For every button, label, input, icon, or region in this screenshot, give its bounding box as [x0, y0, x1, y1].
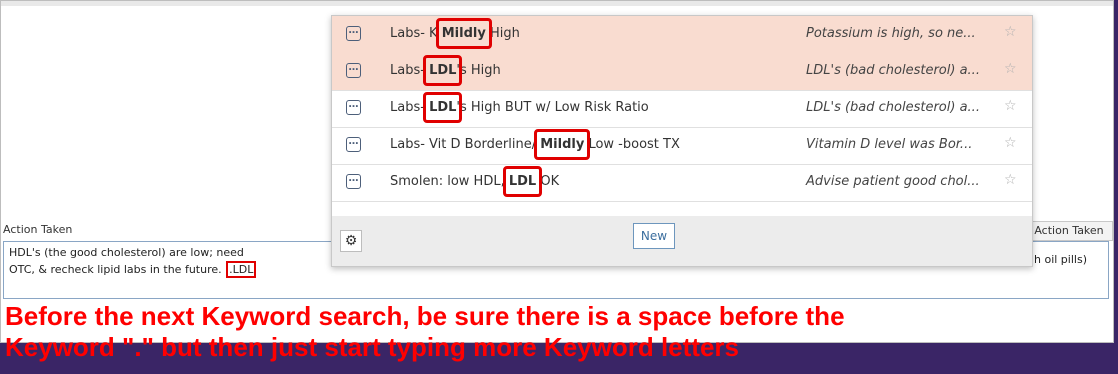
text-tail: h oil pills)	[1034, 253, 1087, 266]
action-taken-label: Action Taken	[3, 223, 73, 236]
dropdown-footer: ⚙	[332, 216, 1032, 266]
keyword-match: LDL	[422, 55, 463, 86]
keyword-match: Mildly	[435, 18, 492, 49]
star-icon[interactable]: ☆	[1004, 24, 1017, 40]
keyword-match: Mildly	[534, 129, 591, 160]
keyword-match: LDL	[502, 166, 543, 197]
suggestion-title: Labs- K Mildly High	[390, 18, 520, 49]
ellipsis-icon[interactable]: …	[346, 100, 361, 115]
suggestion-description: LDL's (bad cholesterol) a...	[806, 100, 980, 115]
gear-icon[interactable]: ⚙	[340, 230, 362, 252]
star-icon[interactable]: ☆	[1004, 61, 1017, 77]
ellipsis-icon[interactable]: …	[346, 63, 361, 78]
suggestion-description: LDL's (bad cholesterol) a...	[806, 63, 980, 78]
instruction-line-1: Before the next Keyword search, be sure …	[5, 301, 845, 331]
app-panel: Action Taken Action Taken HDL's (the goo…	[0, 0, 1114, 362]
ellipsis-icon[interactable]: …	[346, 137, 361, 152]
presentation-slide: Action Taken Action Taken HDL's (the goo…	[0, 0, 1118, 374]
star-icon[interactable]: ☆	[1004, 98, 1017, 114]
action-taken-tab[interactable]: Action Taken	[1025, 221, 1113, 241]
keyword-match: LDL	[422, 92, 463, 123]
suggestion-description: Vitamin D level was Bor...	[806, 137, 973, 152]
suggestion-title: Labs- LDL's High	[390, 55, 501, 86]
text-line-2: OTC, & recheck lipid labs in the future.…	[9, 261, 257, 278]
text-line-1: HDL's (the good cholesterol) are low; ne…	[9, 246, 244, 259]
suggestion-description: Potassium is high, so ne...	[806, 26, 976, 41]
suggestion-row[interactable]: … Labs- LDL's High BUT w/ Low Risk Ratio…	[332, 90, 1032, 128]
suggestion-title: Labs- LDL's High BUT w/ Low Risk Ratio	[390, 92, 649, 123]
star-icon[interactable]: ☆	[1004, 172, 1017, 188]
instruction-text: Before the next Keyword search, be sure …	[5, 301, 1115, 363]
ellipsis-icon[interactable]: …	[346, 174, 361, 189]
star-icon[interactable]: ☆	[1004, 135, 1017, 151]
new-button[interactable]: New	[633, 223, 675, 249]
top-bar	[1, 1, 1113, 6]
instruction-line-2: Keyword "." but then just start typing m…	[5, 332, 739, 362]
suggestion-row[interactable]: … Labs- Vit D Borderline/ Mildly Low -bo…	[332, 127, 1032, 165]
typed-keyword: .LDL	[226, 261, 257, 278]
suggestion-row[interactable]: … Labs- LDL's High LDL's (bad cholestero…	[332, 53, 1032, 91]
keyword-suggestions-dropdown: … Labs- K Mildly High Potassium is high,…	[331, 15, 1033, 267]
suggestion-description: Advise patient good chol...	[806, 174, 980, 189]
suggestion-title: Labs- Vit D Borderline/ Mildly Low -boos…	[390, 129, 680, 160]
suggestion-row[interactable]: … Smolen: low HDL, LDL OK Advise patient…	[332, 164, 1032, 202]
ellipsis-icon[interactable]: …	[346, 26, 361, 41]
suggestion-row[interactable]: … Labs- K Mildly High Potassium is high,…	[332, 16, 1032, 54]
suggestion-title: Smolen: low HDL, LDL OK	[390, 166, 560, 197]
